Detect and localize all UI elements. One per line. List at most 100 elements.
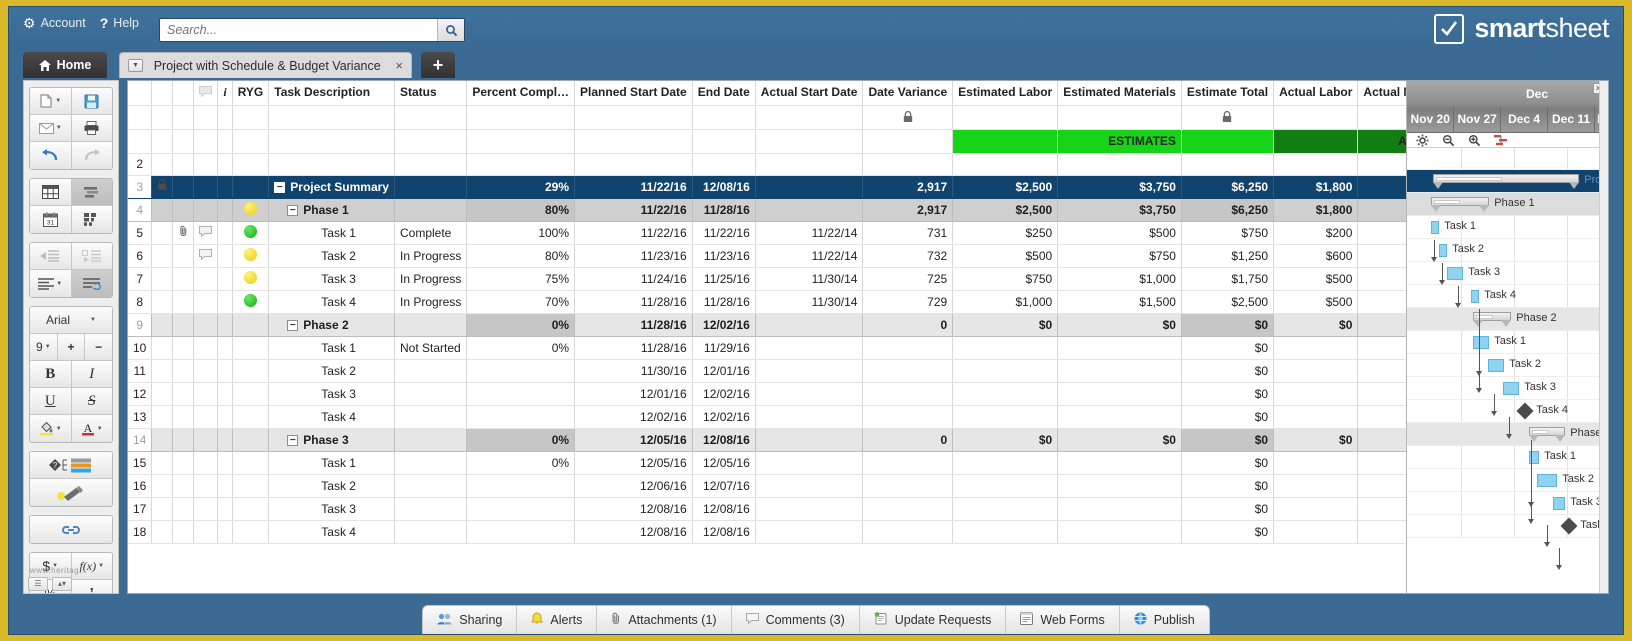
cell-comment[interactable] bbox=[193, 336, 219, 360]
cell-pstart[interactable]: 11/24/16 bbox=[574, 267, 693, 291]
cell-task[interactable]: Task 1 bbox=[268, 451, 395, 475]
cell-pstart[interactable]: 11/23/16 bbox=[574, 244, 693, 268]
gantt-chart-body[interactable]: Project Summ Phase 1 Task 1 Task 2 Task 3 Tas… bbox=[1407, 148, 1608, 570]
strikethrough-button[interactable]: S bbox=[71, 388, 112, 415]
cell-percent[interactable] bbox=[466, 382, 576, 406]
cell-dvar[interactable] bbox=[862, 520, 954, 544]
gantt-task-bar[interactable] bbox=[1537, 474, 1558, 487]
grid-row-task[interactable]: 6 Task 2 In Progress 80% 11/23/16 11/23/16 11/… bbox=[128, 244, 1407, 268]
cell-status[interactable] bbox=[394, 382, 468, 406]
grid-row-task[interactable]: 17Task 312/08/1612/08/16$0$0$0 bbox=[128, 497, 1407, 521]
gantt-task-bar[interactable] bbox=[1488, 359, 1505, 372]
cell-etot[interactable]: $0 bbox=[1181, 497, 1275, 521]
gantt-row[interactable]: Task 2 bbox=[1407, 469, 1608, 492]
tab-home[interactable]: Home bbox=[23, 52, 107, 78]
cell-blank1[interactable] bbox=[151, 359, 174, 383]
column-header-emat[interactable]: Estimated Materials bbox=[1057, 81, 1182, 106]
cell-end[interactable]: 12/08/16 bbox=[692, 520, 756, 544]
cell-status[interactable] bbox=[394, 474, 468, 498]
cell-emat[interactable] bbox=[1057, 520, 1182, 544]
cell-blank1[interactable] bbox=[151, 221, 174, 245]
cell-etot[interactable]: $0 bbox=[1181, 428, 1275, 452]
cell-comment[interactable] bbox=[193, 153, 219, 176]
cell-comment[interactable] bbox=[193, 359, 219, 383]
gantt-view-button[interactable] bbox=[71, 179, 112, 206]
column-header-etot[interactable]: Estimate Total bbox=[1181, 81, 1275, 106]
row-height-icon[interactable]: ☰ bbox=[28, 576, 48, 591]
cell-dvar[interactable]: 732 bbox=[862, 244, 954, 268]
indent-button[interactable] bbox=[71, 243, 112, 270]
cell-info[interactable] bbox=[217, 290, 233, 314]
comment-icon[interactable] bbox=[199, 248, 213, 261]
cell-info[interactable] bbox=[217, 175, 233, 199]
account-menu[interactable]: ⚙ Account bbox=[23, 16, 86, 30]
cell-dvar[interactable] bbox=[862, 359, 954, 383]
calendar-view-button[interactable]: 31 bbox=[30, 206, 72, 233]
cell-etot[interactable]: $0 bbox=[1181, 359, 1275, 383]
cell-amat[interactable]: $2,450 bbox=[1357, 175, 1407, 199]
cell-amat[interactable] bbox=[1357, 405, 1407, 429]
cell-info[interactable] bbox=[217, 267, 233, 291]
cell-ryg[interactable] bbox=[232, 451, 270, 475]
cell-emat[interactable] bbox=[1057, 382, 1182, 406]
cell-status[interactable] bbox=[394, 313, 468, 337]
grid-view-button[interactable] bbox=[30, 179, 72, 206]
cell-task[interactable]: Task 3 bbox=[268, 267, 395, 291]
cell-ryg[interactable] bbox=[232, 520, 270, 544]
bottom-item-alerts[interactable]: Alerts bbox=[517, 606, 598, 634]
cell-blank1[interactable] bbox=[151, 290, 174, 314]
cell-percent[interactable] bbox=[466, 153, 576, 176]
cell-dvar[interactable] bbox=[862, 405, 954, 429]
column-header-status[interactable]: Status bbox=[394, 81, 468, 106]
cell-elabor[interactable]: $0 bbox=[952, 313, 1059, 337]
column-header-info[interactable]: i bbox=[217, 81, 233, 106]
cell-amat[interactable] bbox=[1357, 451, 1407, 475]
card-view-button[interactable] bbox=[71, 206, 112, 233]
cell-task[interactable]: − Project Summary bbox=[268, 175, 395, 199]
gantt-row[interactable]: Task 1 bbox=[1407, 331, 1608, 354]
grid-row-phase[interactable]: 4− Phase 1 80% 11/22/16 11/28/16 2,917 $2,500 $… bbox=[128, 198, 1407, 222]
cell-end[interactable]: 11/28/16 bbox=[692, 198, 756, 222]
cell-amat[interactable] bbox=[1357, 474, 1407, 498]
cell-amat[interactable] bbox=[1357, 359, 1407, 383]
cell-comment[interactable] bbox=[193, 520, 219, 544]
gantt-row[interactable] bbox=[1407, 148, 1608, 170]
cell-alabor[interactable] bbox=[1273, 153, 1359, 176]
cell-astart[interactable] bbox=[755, 497, 864, 521]
cell-percent[interactable]: 100% bbox=[466, 221, 576, 245]
cell-task[interactable]: Task 2 bbox=[268, 359, 395, 383]
cell-blank1[interactable] bbox=[151, 405, 174, 429]
cell-attach[interactable] bbox=[172, 520, 195, 544]
grid-row-task[interactable]: 16Task 212/06/1612/07/16$0$0$0 bbox=[128, 474, 1407, 498]
cell-task[interactable]: − Phase 1 bbox=[268, 198, 395, 222]
grid-row-task[interactable]: 8 Task 4 In Progress 70% 11/28/16 11/28/16 11/… bbox=[128, 290, 1407, 314]
cell-pstart[interactable]: 11/22/16 bbox=[574, 221, 693, 245]
search-button[interactable] bbox=[437, 19, 464, 41]
cell-percent[interactable]: 0% bbox=[466, 451, 576, 475]
cell-blank1[interactable] bbox=[151, 153, 174, 176]
cell-alabor[interactable]: $600 bbox=[1273, 244, 1359, 268]
cell-comment[interactable] bbox=[193, 267, 219, 291]
cell-info[interactable] bbox=[217, 336, 233, 360]
cell-blank1[interactable] bbox=[151, 382, 174, 406]
cell-amat[interactable] bbox=[1357, 520, 1407, 544]
gantt-vertical-scrollbar[interactable] bbox=[1599, 81, 1608, 593]
gantt-row[interactable]: Phase 1 bbox=[1407, 193, 1608, 216]
cell-attach[interactable] bbox=[172, 313, 195, 337]
cell-elabor[interactable] bbox=[952, 474, 1059, 498]
cell-status[interactable] bbox=[394, 153, 468, 176]
cell-end[interactable]: 12/01/16 bbox=[692, 359, 756, 383]
cell-emat[interactable]: $0 bbox=[1057, 313, 1182, 337]
cell-astart[interactable]: 11/30/14 bbox=[755, 290, 864, 314]
cell-amat[interactable] bbox=[1357, 382, 1407, 406]
column-header-attach[interactable] bbox=[172, 81, 195, 106]
undo-button[interactable] bbox=[30, 142, 72, 169]
gantt-row[interactable]: Phase 2 bbox=[1407, 308, 1608, 331]
cell-alabor[interactable] bbox=[1273, 520, 1359, 544]
cell-status[interactable] bbox=[394, 405, 468, 429]
cell-astart[interactable] bbox=[755, 520, 864, 544]
cell-info[interactable] bbox=[217, 428, 233, 452]
cell-attach[interactable] bbox=[172, 428, 195, 452]
cell-etot[interactable]: $0 bbox=[1181, 313, 1275, 337]
cell-status[interactable] bbox=[394, 359, 468, 383]
